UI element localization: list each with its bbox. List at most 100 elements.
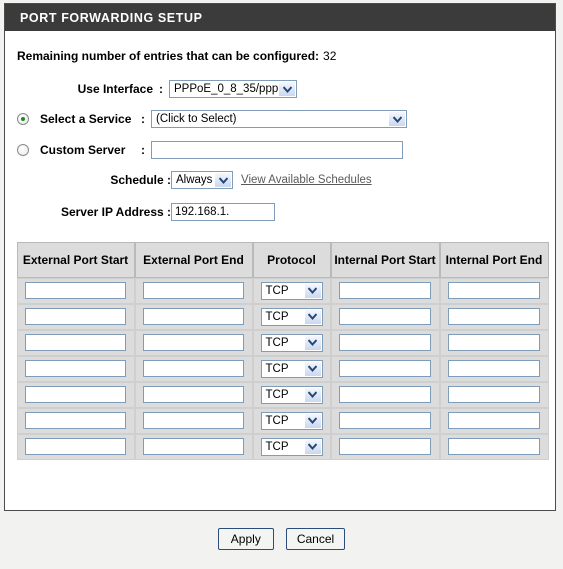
external-port-end-input[interactable] xyxy=(143,412,244,429)
custom-server-radio-slot[interactable] xyxy=(17,144,35,156)
cell-external-port-start xyxy=(16,277,135,304)
select-service-dropdown[interactable]: (Click to Select) xyxy=(151,110,407,128)
apply-button[interactable]: Apply xyxy=(217,528,274,550)
chevron-down-icon[interactable] xyxy=(303,335,321,350)
internal-port-start-input[interactable] xyxy=(338,308,432,325)
external-port-start-input[interactable] xyxy=(25,360,126,377)
table-header-row: External Port Start External Port End Pr… xyxy=(16,241,549,278)
select-service-radio-slot[interactable] xyxy=(17,113,35,125)
internal-port-end-input[interactable] xyxy=(447,412,541,429)
column-header-external-port-start: External Port Start xyxy=(16,241,135,278)
server-ip-label: Server IP Address : xyxy=(60,205,171,219)
external-port-end-input[interactable] xyxy=(143,282,244,299)
external-port-start-input[interactable] xyxy=(25,308,126,325)
cell-external-port-end xyxy=(134,407,253,434)
row-use-interface: Use Interface : PPPoE_0_8_35/ppp0 xyxy=(17,76,555,102)
internal-port-end-input[interactable] xyxy=(447,386,541,403)
protocol-select[interactable]: TCP xyxy=(260,281,323,300)
internal-port-start-input[interactable] xyxy=(338,360,432,377)
protocol-select[interactable]: TCP xyxy=(260,437,323,456)
radio-custom-server[interactable] xyxy=(17,144,29,156)
port-forwarding-panel: PORT FORWARDING SETUP Remaining number o… xyxy=(4,3,556,511)
chevron-down-icon[interactable] xyxy=(278,82,295,96)
row-schedule: Schedule : Always View Available Schedul… xyxy=(17,167,555,193)
cell-external-port-end xyxy=(134,355,253,382)
protocol-value: TCP xyxy=(265,440,289,453)
chevron-down-icon[interactable] xyxy=(303,439,321,454)
cell-internal-port-start xyxy=(330,277,440,304)
external-port-end-input[interactable] xyxy=(143,334,244,351)
cell-internal-port-end xyxy=(439,407,549,434)
row-select-service: Select a Service : (Click to Select) xyxy=(17,106,555,132)
external-port-start-input[interactable] xyxy=(25,438,126,455)
protocol-select[interactable]: TCP xyxy=(260,411,323,430)
external-port-end-input[interactable] xyxy=(143,386,244,403)
external-port-start-input[interactable] xyxy=(25,334,126,351)
cell-internal-port-start xyxy=(330,381,440,408)
select-service-value: (Click to Select) xyxy=(156,113,237,125)
internal-port-end-input[interactable] xyxy=(447,360,541,377)
external-port-end-input[interactable] xyxy=(143,438,244,455)
column-header-internal-port-start: Internal Port Start xyxy=(330,241,440,278)
chevron-down-icon[interactable] xyxy=(303,309,321,324)
cell-external-port-start xyxy=(16,381,135,408)
internal-port-end-input[interactable] xyxy=(447,334,541,351)
internal-port-start-input[interactable] xyxy=(338,386,432,403)
chevron-down-icon[interactable] xyxy=(303,413,321,428)
internal-port-end-input[interactable] xyxy=(447,438,541,455)
view-available-schedules-link[interactable]: View Available Schedules xyxy=(241,174,372,186)
chevron-down-icon[interactable] xyxy=(303,283,321,298)
external-port-start-input[interactable] xyxy=(25,282,126,299)
protocol-value: TCP xyxy=(265,310,289,323)
use-interface-select[interactable]: PPPoE_0_8_35/ppp0 xyxy=(169,80,297,98)
cancel-button[interactable]: Cancel xyxy=(285,528,346,550)
cell-internal-port-end xyxy=(439,303,549,330)
internal-port-start-input[interactable] xyxy=(338,412,432,429)
panel-title-bar: PORT FORWARDING SETUP xyxy=(5,4,555,31)
internal-port-start-input[interactable] xyxy=(338,438,432,455)
column-header-protocol: Protocol xyxy=(252,241,331,278)
internal-port-start-input[interactable] xyxy=(338,334,432,351)
external-port-start-input[interactable] xyxy=(25,386,126,403)
settings-form: Use Interface : PPPoE_0_8_35/ppp0 Select… xyxy=(5,76,555,225)
radio-select-service[interactable] xyxy=(17,113,29,125)
protocol-value: TCP xyxy=(265,414,289,427)
internal-port-end-input[interactable] xyxy=(447,308,541,325)
protocol-select[interactable]: TCP xyxy=(260,359,323,378)
external-port-start-input[interactable] xyxy=(25,412,126,429)
schedule-label: Schedule : xyxy=(110,173,171,187)
chevron-down-icon[interactable] xyxy=(388,112,405,126)
cell-protocol: TCP xyxy=(252,329,331,356)
cell-external-port-end xyxy=(134,277,253,304)
internal-port-start-input[interactable] xyxy=(338,282,432,299)
cell-external-port-start xyxy=(16,329,135,356)
column-header-external-port-end: External Port End xyxy=(134,241,253,278)
cell-external-port-start xyxy=(16,303,135,330)
table-row: TCP xyxy=(16,329,549,356)
schedule-select[interactable]: Always xyxy=(171,171,233,189)
chevron-down-icon[interactable] xyxy=(303,387,321,402)
table-row: TCP xyxy=(16,355,549,382)
internal-port-end-input[interactable] xyxy=(447,282,541,299)
cell-internal-port-end xyxy=(439,329,549,356)
table-row: TCP xyxy=(16,277,549,304)
remaining-entries-label: Remaining number of entries that can be … xyxy=(17,49,320,63)
cell-internal-port-start xyxy=(330,407,440,434)
port-mapping-table: External Port Start External Port End Pr… xyxy=(16,241,549,460)
protocol-select[interactable]: TCP xyxy=(260,307,323,326)
server-ip-input[interactable] xyxy=(171,203,275,221)
protocol-select[interactable]: TCP xyxy=(260,333,323,352)
external-port-end-input[interactable] xyxy=(143,308,244,325)
external-port-end-input[interactable] xyxy=(143,360,244,377)
cell-protocol: TCP xyxy=(252,277,331,304)
select-service-colon: : xyxy=(141,112,145,126)
cell-external-port-start xyxy=(16,433,135,460)
protocol-value: TCP xyxy=(265,388,289,401)
cell-internal-port-start xyxy=(330,433,440,460)
select-service-label: Select a Service xyxy=(40,111,132,126)
protocol-select[interactable]: TCP xyxy=(260,385,323,404)
chevron-down-icon[interactable] xyxy=(214,173,231,187)
custom-server-input[interactable] xyxy=(151,141,403,159)
table-row: TCP xyxy=(16,381,549,408)
chevron-down-icon[interactable] xyxy=(303,361,321,376)
